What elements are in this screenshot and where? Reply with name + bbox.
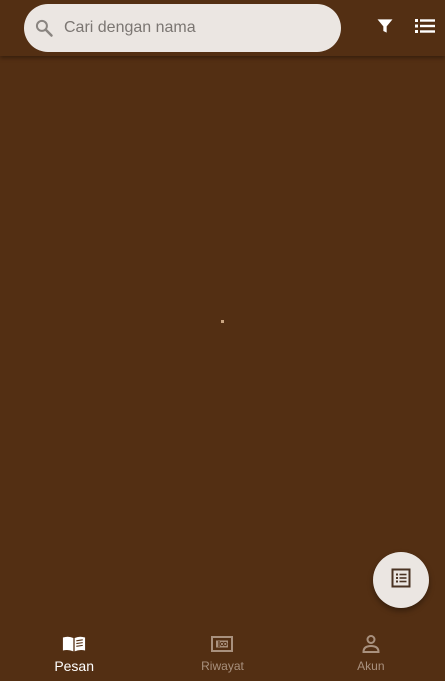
filter-button[interactable]: [369, 12, 401, 44]
list-alt-icon: [391, 568, 411, 593]
nav-item-riwayat[interactable]: Riwayat: [148, 624, 296, 681]
filter-icon: [375, 16, 395, 41]
nav-label-akun: Akun: [357, 659, 385, 673]
search-icon: [34, 18, 54, 38]
person-icon: [359, 632, 383, 656]
bottom-navigation: Pesan Riwayat Akun: [0, 624, 445, 681]
top-app-bar: [0, 0, 445, 56]
book-open-icon: [62, 632, 86, 656]
app-root: Pesan Riwayat Akun: [0, 0, 445, 681]
list-view-icon: [414, 17, 436, 40]
loading-indicator: [221, 320, 224, 323]
search-bar[interactable]: [24, 4, 341, 52]
nav-item-pesan[interactable]: Pesan: [0, 624, 148, 681]
nav-item-akun[interactable]: Akun: [297, 624, 445, 681]
history-icon: [210, 632, 234, 656]
nav-label-pesan: Pesan: [54, 658, 95, 674]
nav-label-riwayat: Riwayat: [201, 659, 244, 673]
search-input[interactable]: [64, 14, 324, 42]
order-list-fab[interactable]: [373, 552, 429, 608]
list-view-button[interactable]: [409, 12, 441, 44]
